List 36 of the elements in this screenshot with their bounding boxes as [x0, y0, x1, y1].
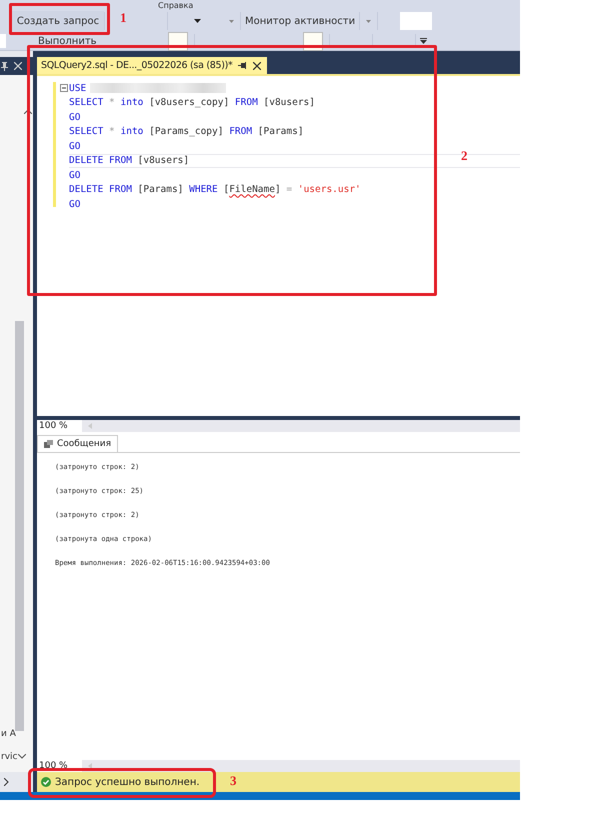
code-line: SELECT * into [Params_copy] FROM [Params]: [69, 126, 304, 138]
annotation-number: 1: [120, 10, 126, 26]
activity-monitor-button[interactable]: Монитор активности: [241, 16, 360, 26]
scroll-left-icon[interactable]: [88, 763, 92, 769]
tab-title: SQLQuery2.sql - DE..._05022026 (sa (85))*: [41, 60, 232, 71]
pin-icon[interactable]: [238, 62, 248, 69]
dropdown-caret-icon[interactable]: [194, 19, 201, 23]
code-line: GO: [69, 170, 80, 181]
tab-label: Сообщения: [57, 439, 112, 449]
code-line: GO: [69, 140, 80, 152]
menu-item[interactable]: Справка: [158, 1, 194, 10]
chevron-up-icon[interactable]: [24, 109, 32, 114]
messages-icon: [44, 440, 53, 448]
code-line: USE: [69, 82, 226, 94]
toolbar-overflow-icon[interactable]: [420, 38, 427, 44]
zoom-dropdown[interactable]: 100 %: [37, 420, 82, 432]
editor-tab[interactable]: SQLQuery2.sql - DE..._05022026 (sa (85))*: [37, 57, 268, 74]
toolbar-input-field[interactable]: [400, 12, 432, 30]
chevron-right-icon[interactable]: [4, 778, 9, 786]
annotation-number: 3: [230, 773, 236, 789]
collapse-icon[interactable]: [60, 84, 68, 92]
code-line: DELETE FROM [Params] WHERE [FileName] = 'users.usr': [69, 184, 361, 196]
close-icon[interactable]: [253, 62, 262, 70]
code-line: GO: [69, 112, 80, 123]
messages-tab[interactable]: Сообщения: [37, 435, 118, 452]
code-line: GO: [69, 198, 80, 210]
tree-item[interactable]: rvic: [1, 752, 18, 762]
status-message: Запрос успешно выполнен.: [55, 776, 200, 788]
annotation-number: 2: [461, 148, 468, 164]
execute-button[interactable]: Выполнить: [38, 36, 148, 46]
new-query-button[interactable]: Создать запрос: [12, 11, 104, 31]
code-line: SELECT * into [v8users_copy] FROM [v8users]: [69, 97, 315, 108]
tree-item[interactable]: и А: [1, 728, 16, 738]
chevron-down-icon[interactable]: [18, 754, 26, 759]
scrollbar-thumb[interactable]: [15, 321, 24, 731]
pin-icon[interactable]: [1, 62, 8, 70]
